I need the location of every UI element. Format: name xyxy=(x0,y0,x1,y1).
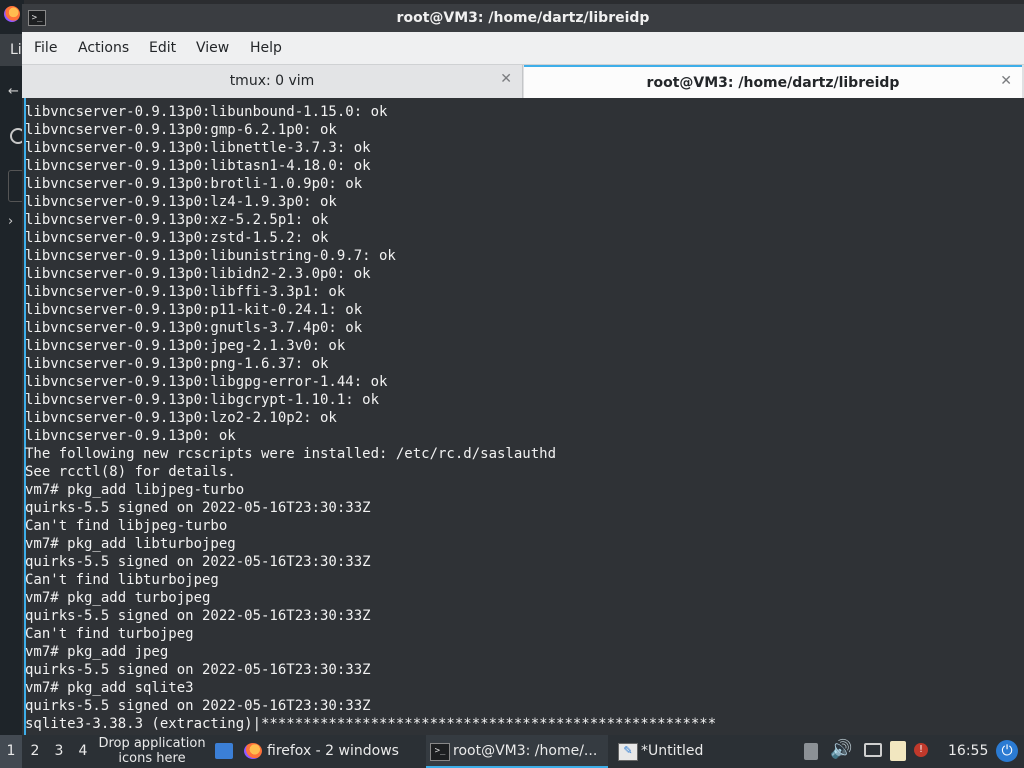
window-titlebar[interactable]: >_ root@VM3: /home/dartz/libreidp xyxy=(22,4,1024,32)
menu-bar: File Actions Edit View Help xyxy=(22,32,1024,65)
menu-edit[interactable]: Edit xyxy=(149,40,176,56)
terminal-line: libvncserver-0.9.13p0:libtasn1-4.18.0: o… xyxy=(25,158,371,174)
terminal-line: vm7# pkg_add turbojpeg xyxy=(25,590,211,606)
background-window-strip: Li ← › xyxy=(0,0,26,735)
terminal-output[interactable]: libvncserver-0.9.13p0:libunbound-1.15.0:… xyxy=(24,98,1024,735)
text-editor-icon: ✎ xyxy=(618,743,638,761)
taskbar-item-label: *Untitled xyxy=(641,743,704,759)
close-icon[interactable]: ✕ xyxy=(500,71,512,87)
terminal-line: See rcctl(8) for details. xyxy=(25,464,236,480)
terminal-line: quirks-5.5 signed on 2022-05-16T23:30:33… xyxy=(25,698,371,714)
terminal-line: libvncserver-0.9.13p0:p11-kit-0.24.1: ok xyxy=(25,302,363,318)
taskbar: 1 2 3 4 Drop application icons here fire… xyxy=(0,735,1024,768)
window-title: root@VM3: /home/dartz/libreidp xyxy=(396,10,650,26)
terminal-line: Can't find turbojpeg xyxy=(25,626,194,642)
clock[interactable]: 16:55 xyxy=(948,735,988,768)
tab-root-shell[interactable]: root@VM3: /home/dartz/libreidp ✕ xyxy=(524,65,1022,98)
taskbar-item-label: firefox - 2 windows xyxy=(267,743,399,759)
tab-label: root@VM3: /home/dartz/libreidp xyxy=(646,75,900,91)
menu-help[interactable]: Help xyxy=(250,40,282,56)
terminal-line: quirks-5.5 signed on 2022-05-16T23:30:33… xyxy=(25,662,371,678)
terminal-icon: >_ xyxy=(430,743,450,761)
terminal-line: libvncserver-0.9.13p0:jpeg-2.1.3v0: ok xyxy=(25,338,346,354)
firefox-icon xyxy=(4,6,20,22)
terminal-line: libvncserver-0.9.13p0:libunistring-0.9.7… xyxy=(25,248,396,264)
notes-icon[interactable] xyxy=(890,741,906,761)
terminal-line: The following new rcscripts were install… xyxy=(25,446,557,462)
terminal-line: quirks-5.5 signed on 2022-05-16T23:30:33… xyxy=(25,500,371,516)
terminal-line: quirks-5.5 signed on 2022-05-16T23:30:33… xyxy=(25,554,371,570)
terminal-line: libvncserver-0.9.13p0:libunbound-1.15.0:… xyxy=(25,104,388,120)
workspace-2[interactable]: 2 xyxy=(24,735,46,768)
workspace-4[interactable]: 4 xyxy=(72,735,94,768)
terminal-line: quirks-5.5 signed on 2022-05-16T23:30:33… xyxy=(25,608,371,624)
terminal-line: libvncserver-0.9.13p0:png-1.6.37: ok xyxy=(25,356,329,372)
terminal-line: sqlite3-3.38.3 (extracting)|************… xyxy=(25,716,717,732)
launcher-drop-hint[interactable]: Drop application icons here xyxy=(94,736,210,766)
terminal-line: libvncserver-0.9.13p0:libnettle-3.7.3: o… xyxy=(25,140,371,156)
terminal-line: Can't find libjpeg-turbo xyxy=(25,518,228,534)
terminal-line: libvncserver-0.9.13p0:gmp-6.2.1p0: ok xyxy=(25,122,337,138)
terminal-line: vm7# pkg_add libjpeg-turbo xyxy=(25,482,245,498)
close-icon[interactable]: ✕ xyxy=(1000,73,1012,89)
terminal-line: libvncserver-0.9.13p0:lzo2-2.10p2: ok xyxy=(25,410,337,426)
taskbar-item-editor[interactable]: ✎ *Untitled xyxy=(614,735,724,768)
menu-file[interactable]: File xyxy=(34,40,57,56)
desktop-icon xyxy=(215,743,233,759)
terminal-lines: libvncserver-0.9.13p0:libunbound-1.15.0:… xyxy=(25,103,716,733)
terminal-line: Can't find libturbojpeg xyxy=(25,572,219,588)
terminal-line: libvncserver-0.9.13p0: ok xyxy=(25,428,236,444)
terminal-window: >_ root@VM3: /home/dartz/libreidp File A… xyxy=(22,4,1024,735)
workspace-3[interactable]: 3 xyxy=(48,735,70,768)
terminal-line: libvncserver-0.9.13p0:xz-5.2.5p1: ok xyxy=(25,212,329,228)
terminal-line: libvncserver-0.9.13p0:libidn2-2.3.0p0: o… xyxy=(25,266,371,282)
taskbar-item-terminal[interactable]: >_ root@VM3: /home/... xyxy=(426,735,608,768)
workspace-1[interactable]: 1 xyxy=(0,735,22,768)
show-desktop-button[interactable] xyxy=(212,735,236,768)
terminal-line: libvncserver-0.9.13p0:zstd-1.5.2: ok xyxy=(25,230,329,246)
terminal-line: libvncserver-0.9.13p0:libgpg-error-1.44:… xyxy=(25,374,388,390)
volume-icon[interactable]: 🔊 xyxy=(830,739,852,760)
terminal-line: libvncserver-0.9.13p0:libffi-3.3p1: ok xyxy=(25,284,346,300)
tab-bar: tmux: 0 vim ✕ root@VM3: /home/dartz/libr… xyxy=(22,65,1024,98)
system-tray: 🔊 ! xyxy=(802,735,942,768)
back-arrow-icon[interactable]: ← xyxy=(8,84,19,99)
tab-label: tmux: 0 vim xyxy=(229,73,315,89)
network-icon[interactable] xyxy=(864,743,882,757)
terminal-line: libvncserver-0.9.13p0:lz4-1.9.3p0: ok xyxy=(25,194,337,210)
terminal-line: vm7# pkg_add jpeg xyxy=(25,644,169,660)
terminal-line: libvncserver-0.9.13p0:brotli-1.0.9p0: ok xyxy=(25,176,363,192)
taskbar-item-firefox[interactable]: firefox - 2 windows xyxy=(240,735,420,768)
background-window-label[interactable]: Li xyxy=(0,34,24,66)
terminal-line: vm7# pkg_add libturbojpeg xyxy=(25,536,236,552)
taskbar-item-label: root@VM3: /home/... xyxy=(453,743,598,759)
clipboard-icon[interactable] xyxy=(804,743,818,760)
terminal-line: vm7# pkg_add sqlite3 xyxy=(25,680,194,696)
tab-tmux[interactable]: tmux: 0 vim ✕ xyxy=(22,65,523,98)
menu-actions[interactable]: Actions xyxy=(78,40,129,56)
terminal-line: libvncserver-0.9.13p0:gnutls-3.7.4p0: ok xyxy=(25,320,363,336)
notification-icon[interactable]: ! xyxy=(914,743,928,757)
terminal-line: libvncserver-0.9.13p0:libgcrypt-1.10.1: … xyxy=(25,392,380,408)
firefox-icon xyxy=(244,743,262,759)
power-menu-icon[interactable]: ⏻ xyxy=(996,740,1018,762)
chevron-right-icon[interactable]: › xyxy=(8,214,13,229)
menu-view[interactable]: View xyxy=(196,40,229,56)
